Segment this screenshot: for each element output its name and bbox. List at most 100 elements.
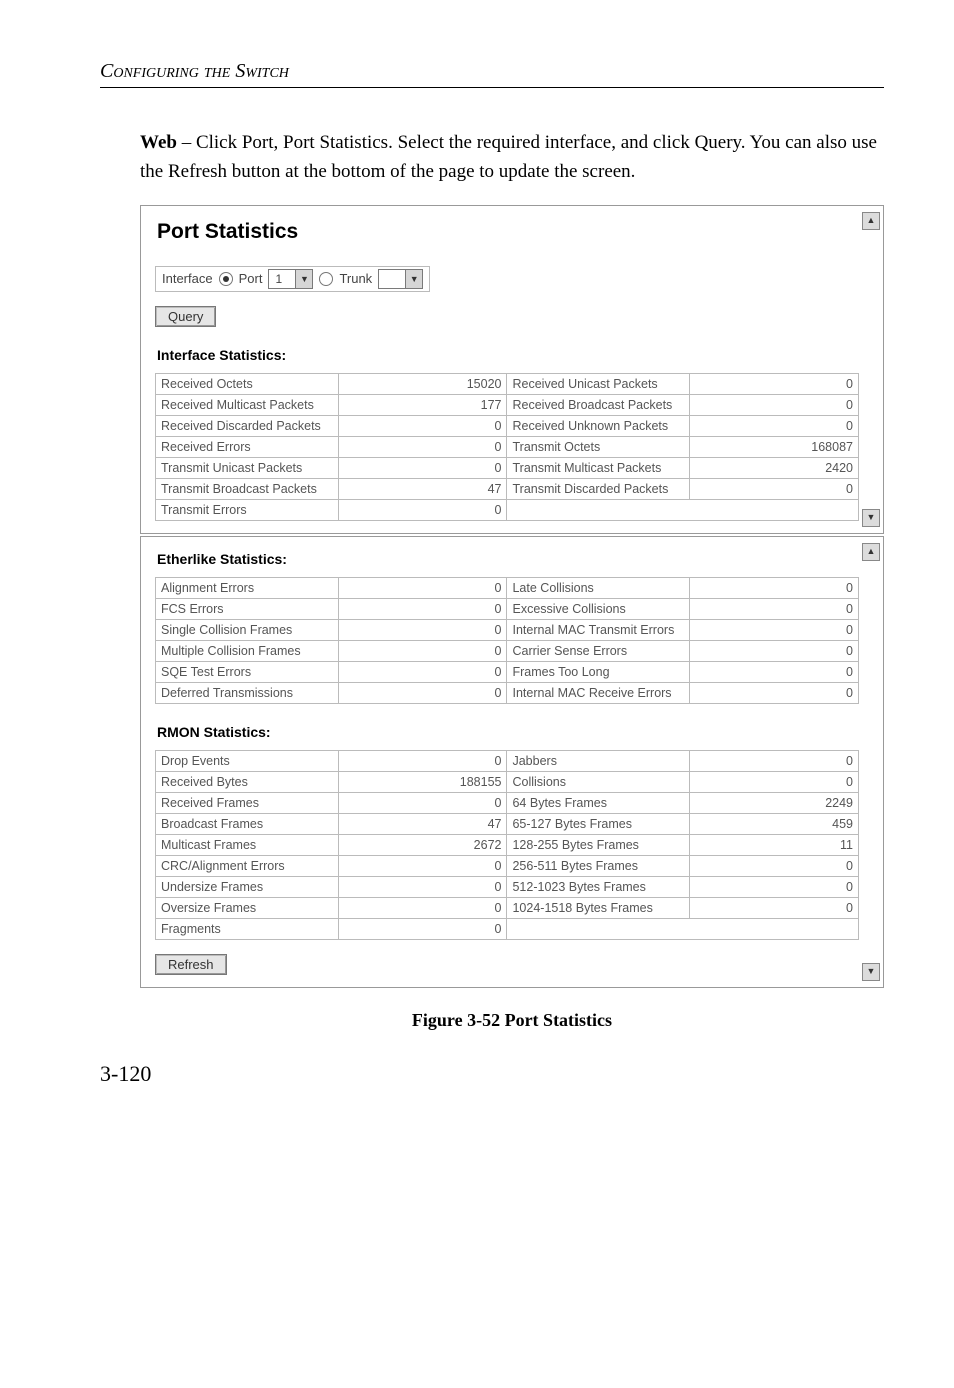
stat-value: 177	[338, 394, 507, 415]
stat-label: Carrier Sense Errors	[507, 640, 690, 661]
instruction-paragraph: Web – Click Port, Port Statistics. Selec…	[140, 128, 884, 187]
table-row: Single Collision Frames0Internal MAC Tra…	[156, 619, 859, 640]
stat-label: Received Octets	[156, 373, 339, 394]
scrollbar[interactable]: ▲ ▼	[863, 212, 879, 527]
table-row: CRC/Alignment Errors0256-511 Bytes Frame…	[156, 855, 859, 876]
stat-label: Received Errors	[156, 436, 339, 457]
port-select-value: 1	[269, 272, 295, 286]
stat-label: SQE Test Errors	[156, 661, 339, 682]
stat-label: Received Frames	[156, 792, 339, 813]
stat-value: 0	[690, 478, 859, 499]
stat-value: 0	[338, 661, 507, 682]
scrollbar[interactable]: ▲ ▼	[863, 543, 879, 981]
interface-selector-row: Interface Port 1 ▼ Trunk ▼	[155, 266, 430, 292]
table-row: Deferred Transmissions0Internal MAC Rece…	[156, 682, 859, 703]
stat-label: Oversize Frames	[156, 897, 339, 918]
stat-label: Internal MAC Receive Errors	[507, 682, 690, 703]
stat-label: Broadcast Frames	[156, 813, 339, 834]
stat-empty	[507, 499, 859, 520]
trunk-select[interactable]: ▼	[378, 269, 423, 289]
panel-title: Port Statistics	[157, 220, 859, 244]
rmon-stats-heading: RMON Statistics:	[157, 724, 859, 740]
stat-label: 256-511 Bytes Frames	[507, 855, 690, 876]
stat-value: 0	[338, 640, 507, 661]
figure-caption: Figure 3-52 Port Statistics	[140, 1010, 884, 1031]
stat-value: 15020	[338, 373, 507, 394]
stat-label: 512-1023 Bytes Frames	[507, 876, 690, 897]
table-row: Broadcast Frames4765-127 Bytes Frames459	[156, 813, 859, 834]
chevron-down-icon: ▼	[405, 270, 422, 288]
stat-label: FCS Errors	[156, 598, 339, 619]
table-row: Multiple Collision Frames0Carrier Sense …	[156, 640, 859, 661]
table-row: Multicast Frames2672128-255 Bytes Frames…	[156, 834, 859, 855]
stat-label: 65-127 Bytes Frames	[507, 813, 690, 834]
stat-value: 0	[338, 682, 507, 703]
instruction-lead: Web	[140, 132, 177, 153]
stat-value: 0	[690, 373, 859, 394]
stat-label: 128-255 Bytes Frames	[507, 834, 690, 855]
stat-value: 0	[690, 750, 859, 771]
stat-empty	[507, 918, 859, 939]
stat-label: Transmit Errors	[156, 499, 339, 520]
stat-value: 0	[690, 577, 859, 598]
table-row: FCS Errors0Excessive Collisions0	[156, 598, 859, 619]
stat-label: Multiple Collision Frames	[156, 640, 339, 661]
table-row: Transmit Unicast Packets0Transmit Multic…	[156, 457, 859, 478]
query-button[interactable]: Query	[155, 306, 216, 327]
stat-label: Transmit Discarded Packets	[507, 478, 690, 499]
stat-value: 0	[690, 661, 859, 682]
etherlike-stats-heading: Etherlike Statistics:	[157, 551, 859, 567]
stat-value: 0	[690, 598, 859, 619]
interface-stats-table: Received Octets15020Received Unicast Pac…	[155, 373, 859, 521]
stat-label: Single Collision Frames	[156, 619, 339, 640]
table-row: Transmit Errors0	[156, 499, 859, 520]
stat-label: Jabbers	[507, 750, 690, 771]
scroll-up-icon[interactable]: ▲	[862, 543, 880, 561]
chevron-down-icon: ▼	[295, 270, 312, 288]
stat-value: 0	[690, 394, 859, 415]
table-row: Oversize Frames01024-1518 Bytes Frames0	[156, 897, 859, 918]
stat-label: Internal MAC Transmit Errors	[507, 619, 690, 640]
table-row: SQE Test Errors0Frames Too Long0	[156, 661, 859, 682]
stat-value: 188155	[338, 771, 507, 792]
table-row: Received Discarded Packets0Received Unkn…	[156, 415, 859, 436]
interface-label: Interface	[162, 271, 213, 286]
table-row: Received Errors0Transmit Octets168087	[156, 436, 859, 457]
stat-value: 0	[338, 792, 507, 813]
trunk-label: Trunk	[339, 271, 372, 286]
stat-value: 0	[338, 855, 507, 876]
stat-value: 0	[338, 415, 507, 436]
rmon-stats-table: Drop Events0Jabbers0Received Bytes188155…	[155, 750, 859, 940]
stat-value: 2249	[690, 792, 859, 813]
page-number: 3-120	[100, 1061, 884, 1087]
stat-label: Alignment Errors	[156, 577, 339, 598]
stat-label: Received Unicast Packets	[507, 373, 690, 394]
stat-label: Received Broadcast Packets	[507, 394, 690, 415]
table-row: Fragments0	[156, 918, 859, 939]
scroll-up-icon[interactable]: ▲	[862, 212, 880, 230]
scroll-down-icon[interactable]: ▼	[862, 963, 880, 981]
scroll-down-icon[interactable]: ▼	[862, 509, 880, 527]
refresh-button[interactable]: Refresh	[155, 954, 227, 975]
port-label: Port	[239, 271, 263, 286]
stat-label: 64 Bytes Frames	[507, 792, 690, 813]
etherlike-stats-table: Alignment Errors0Late Collisions0FCS Err…	[155, 577, 859, 704]
stat-value: 0	[338, 457, 507, 478]
stat-value: 0	[338, 918, 507, 939]
stat-label: Received Unknown Packets	[507, 415, 690, 436]
screenshot-panel-bottom: ▲ ▼ Etherlike Statistics: Alignment Erro…	[140, 536, 884, 988]
stat-value: 0	[690, 897, 859, 918]
stat-value: 0	[690, 855, 859, 876]
stat-value: 0	[690, 415, 859, 436]
trunk-radio[interactable]	[319, 272, 333, 286]
stat-label: Received Discarded Packets	[156, 415, 339, 436]
stat-value: 0	[338, 598, 507, 619]
chapter-title: Configuring the Switch	[100, 60, 884, 88]
table-row: Transmit Broadcast Packets47Transmit Dis…	[156, 478, 859, 499]
stat-value: 0	[338, 876, 507, 897]
port-select[interactable]: 1 ▼	[268, 269, 313, 289]
port-radio[interactable]	[219, 272, 233, 286]
stat-label: Excessive Collisions	[507, 598, 690, 619]
table-row: Alignment Errors0Late Collisions0	[156, 577, 859, 598]
screenshot-panel-top: ▲ ▼ Port Statistics Interface Port 1 ▼ T…	[140, 205, 884, 534]
